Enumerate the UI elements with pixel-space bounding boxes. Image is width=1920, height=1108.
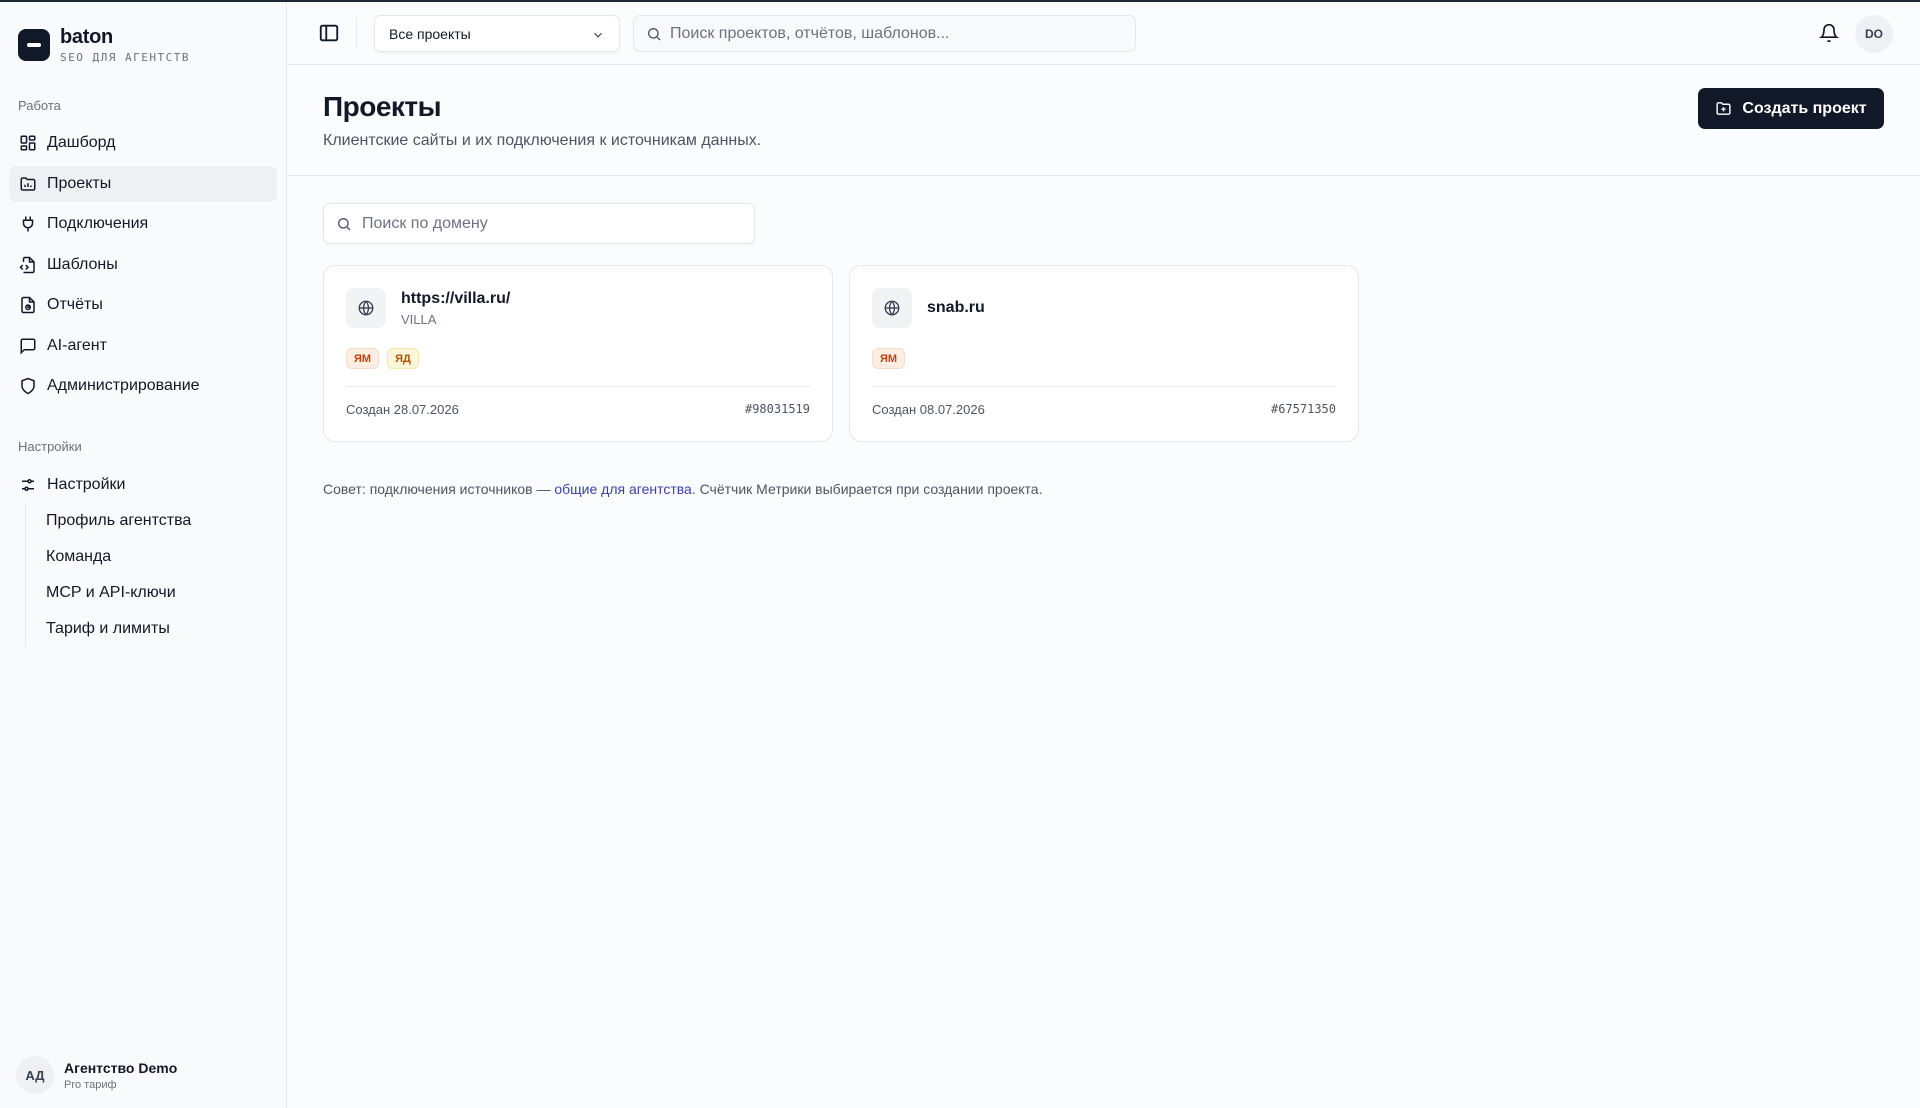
dashboard-icon [20,135,36,151]
badge-metrika: ЯМ [346,348,380,369]
project-created: Создан 28.07.2026 [346,402,459,417]
sidebar-item-projects[interactable]: Проекты [9,165,277,202]
sidebar-item-label: AI-агент [47,336,107,354]
project-domain: https://villa.ru/ [401,290,511,307]
global-search [633,15,1136,52]
create-project-button[interactable]: Создать проект [1698,88,1884,129]
shield-icon [21,377,35,395]
global-search-input[interactable] [670,24,1110,43]
tip-link[interactable]: общие для агентства [554,481,691,497]
tip-text: Совет: подключения источников — общие дл… [323,481,1042,497]
project-id: #67571350 [1270,402,1336,416]
project-card[interactable]: https://villa.ru/ VILLA ЯМ ЯД Создан 28.… [323,265,833,442]
sidebar-item-dashboard[interactable]: Дашборд [9,125,277,161]
project-id: #98031519 [744,402,810,416]
plug-icon [22,216,34,232]
sidebar-item-settings[interactable]: Настройки [9,467,277,503]
brand-name: baton [60,26,113,48]
sidebar-item-ai-agent[interactable]: AI-агент [9,328,277,364]
page-header: Проекты Клиентские сайты и их подключени… [288,65,1920,176]
folder-plus-icon [1716,102,1731,115]
sidebar-item-label: Проекты [47,174,112,192]
main-nav: Дашборд Проекты Подключения Шаблоны Отчё… [9,125,277,409]
divider [872,386,1336,387]
brand-subtitle: SEO ДЛЯ АГЕНТСТВ [60,51,190,64]
folder-icon [20,176,36,191]
globe-icon [358,300,374,316]
badge-metrika: ЯМ [872,348,906,369]
sidebar-item-templates[interactable]: Шаблоны [9,247,277,283]
avatar: АД [16,1056,54,1094]
sidebar-item-label: Отчёты [47,296,103,313]
sidebar-item-reports[interactable]: Отчёты [9,287,277,323]
account-switcher[interactable]: АД Агентство Demo Pro тариф [16,1056,177,1094]
page-title: Проекты [323,91,442,122]
project-domain: snab.ru [927,299,985,316]
sidebar-item-label: Дашборд [47,134,116,151]
brand-logo [18,29,50,61]
sidebar: baton SEO ДЛЯ АГЕНТСТВ Работа Дашборд Пр… [0,2,287,1108]
sidebar-item-administration[interactable]: Администрирование [9,368,277,404]
sliders-icon [22,479,34,491]
divider [346,386,810,387]
source-badges: ЯМ ЯД [346,348,427,369]
project-icon [872,288,912,328]
tip-prefix: Совет: подключения источников — [323,481,555,497]
bell-icon[interactable] [1819,23,1839,43]
account-plan: Pro тариф [64,1078,117,1091]
globe-icon [884,300,900,316]
project-card[interactable]: snab.ru ЯМ Создан 08.07.2026 #67571350 [849,265,1359,442]
project-select[interactable]: Все проекты [374,15,620,52]
report-icon [21,296,35,314]
sidebar-subitem-plan-limits[interactable]: Тариф и лимиты [26,611,265,647]
project-select-value: Все проекты [389,25,471,42]
user-avatar[interactable]: DO [1855,15,1893,53]
search-icon [648,27,661,40]
settings-nav: Настройки [9,467,277,508]
sidebar-item-label: Администрирование [47,377,200,394]
sidebar-item-connections[interactable]: Подключения [9,206,277,242]
settings-subnav: Профиль агентства Команда MCP и API-ключ… [25,503,265,647]
source-badges: ЯМ [872,348,913,369]
search-icon [338,217,351,230]
badge-direct: ЯД [387,348,419,369]
sidebar-subitem-agency-profile[interactable]: Профиль агентства [26,503,265,539]
sidebar-subitem-mcp-api-keys[interactable]: MCP и API-ключи [26,575,265,611]
section-label-settings: Настройки [18,439,82,454]
chevron-down-icon [594,32,602,38]
tip-suffix: . Счётчик Метрики выбирается при создани… [691,481,1043,497]
topbar: Все проекты DO [288,2,1920,65]
project-name: VILLA [401,312,437,327]
sidebar-toggle-icon[interactable] [318,22,340,44]
account-name: Агентство Demo [64,1059,178,1076]
page-description: Клиентские сайты и их подключения к исто… [323,132,762,149]
brand[interactable]: baton SEO ДЛЯ АГЕНТСТВ [18,26,190,64]
sidebar-item-label: Шаблоны [47,255,118,273]
divider [356,18,357,48]
create-project-label: Создать проект [1742,99,1867,117]
section-label-work: Работа [18,98,61,113]
file-code-icon [19,256,35,273]
chat-icon [20,338,36,355]
domain-search [323,203,755,244]
sidebar-item-label: Подключения [47,215,149,232]
sidebar-item-label: Настройки [47,476,126,493]
project-icon [346,288,386,328]
sidebar-subitem-team[interactable]: Команда [26,539,265,575]
project-created: Создан 08.07.2026 [872,402,985,417]
domain-search-input[interactable] [362,214,742,233]
